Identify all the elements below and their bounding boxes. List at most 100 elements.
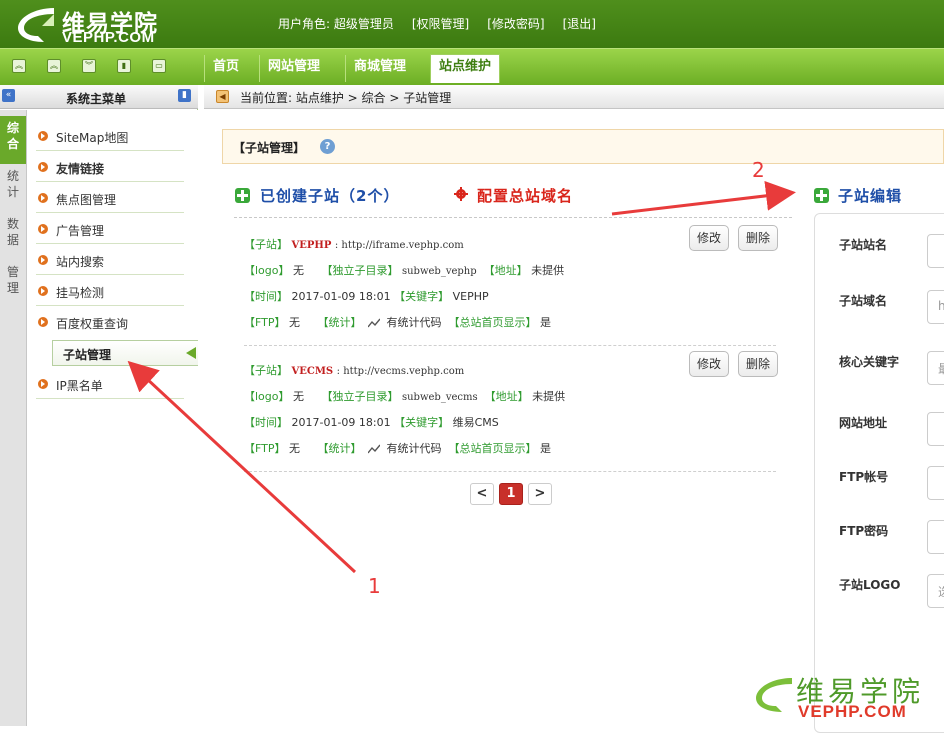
substation-logo-select[interactable]: 选 (927, 574, 944, 608)
field-value: subweb_vecms (401, 392, 478, 403)
sidebar-item-ip-blacklist[interactable]: IP黑名单 (36, 370, 184, 399)
ftp-account-input[interactable] (927, 466, 944, 500)
divider (244, 345, 776, 346)
record-name: VECMS (291, 366, 334, 377)
collapse-sidebar-icon[interactable]: « (2, 89, 15, 102)
field-value: 无 (293, 264, 304, 277)
vtab-manage[interactable]: 管理 (0, 260, 26, 308)
field-value: 未提供 (531, 264, 565, 277)
record-url[interactable]: : http://vecms.vephp.com (337, 366, 465, 377)
edit-button[interactable]: 修改 (689, 351, 729, 377)
gear-icon (454, 187, 468, 201)
arrow-bullet-icon (38, 162, 48, 172)
divider (234, 217, 792, 218)
expand-up-icon[interactable]: ︽ (47, 59, 61, 73)
core-keyword-input[interactable]: 最 (927, 351, 944, 385)
field-label: 网站地址 (839, 416, 888, 430)
arrow-bullet-icon (38, 379, 48, 389)
tab-site-manage[interactable]: 网站管理 (259, 55, 328, 82)
sidebar-menu: SiteMap地图 友情链接 焦点图管理 广告管理 站内搜索 挂马检测 百度权重… (28, 110, 198, 726)
substation-domain-input[interactable]: h (927, 290, 944, 324)
config-main-domain-link[interactable]: 配置总站域名 (477, 185, 573, 206)
field-label: 子站域名 (839, 294, 888, 308)
permission-link[interactable]: [权限管理] (412, 15, 469, 32)
record-info-line: 【logo】 无 【独立子目录】 subweb_vecms 【地址】 未提供 (244, 388, 565, 404)
record-info-line: 【时间】 2017-01-09 18:01 【关键字】 VEPHP (244, 288, 489, 304)
record-name: VEPHP (291, 240, 332, 251)
watermark-leaf-icon (756, 678, 792, 712)
field-label: 【FTP】 (244, 316, 286, 329)
page-number-button[interactable]: 1 (499, 483, 523, 505)
delete-button[interactable]: 删除 (738, 225, 778, 251)
logo-text-en: VEPHP.COM (62, 29, 155, 46)
chart-icon (367, 318, 380, 328)
vtab-label: 管理 (6, 265, 19, 295)
expand-down-icon[interactable]: ︾ (82, 59, 96, 73)
pin-sidebar-icon[interactable]: ▮ (178, 89, 191, 102)
list-item: 【子站】 VEPHP : http://iframe.vephp.com 【lo… (244, 225, 784, 348)
field-value: 是 (539, 316, 551, 329)
nav-bar: ︽ ︽ ︾ ▮ ▭ 首页 网站管理 商城管理 站点维护 (0, 48, 944, 85)
pin-icon[interactable]: ▮ (117, 59, 131, 73)
logout-link[interactable]: [退出] (563, 15, 596, 32)
divider (244, 471, 776, 472)
field-value: 无 (289, 442, 300, 455)
field-value: 无 (293, 390, 304, 403)
logo[interactable]: 维易学院 VEPHP.COM (14, 2, 184, 46)
sidebar-item-label: 焦点图管理 (56, 193, 117, 207)
sidebar-item-malware-check[interactable]: 挂马检测 (36, 277, 184, 306)
arrow-bullet-icon (38, 193, 48, 203)
help-icon[interactable]: ? (320, 139, 335, 154)
vtab-general[interactable]: 综合 (0, 116, 26, 164)
sidebar-subitem-label: 子站管理 (63, 348, 112, 362)
prev-page-button[interactable]: < (470, 483, 494, 505)
breadcrumb: 当前位置: 站点维护 > 综合 > 子站管理 (240, 91, 452, 105)
field-label: 【logo】 (244, 264, 290, 277)
ftp-password-input[interactable] (927, 520, 944, 554)
back-icon[interactable]: ◀ (216, 90, 229, 103)
sidebar-item-label: 站内搜索 (56, 255, 105, 269)
plus-icon (235, 188, 250, 203)
field-label: FTP帐号 (839, 470, 889, 484)
field-label: 【子站】 (244, 238, 288, 251)
field-value: 无 (289, 316, 300, 329)
field-label: 【总站首页显示】 (448, 316, 537, 329)
delete-button[interactable]: 删除 (738, 351, 778, 377)
field-label: 核心关键字 (839, 355, 900, 369)
sidebar-item-focus-images[interactable]: 焦点图管理 (36, 184, 184, 213)
substation-name-input[interactable] (927, 234, 944, 268)
field-value: 2017-01-09 18:01 (291, 290, 391, 303)
field-label: 【时间】 (244, 290, 288, 303)
tab-shop-manage[interactable]: 商城管理 (345, 55, 414, 82)
tab-home[interactable]: 首页 (204, 55, 247, 82)
sidebar-item-baidu-weight[interactable]: 百度权重查询 (36, 308, 184, 337)
fullscreen-icon[interactable]: ▭ (152, 59, 166, 73)
field-label: 【独立子目录】 (321, 390, 399, 403)
sidebar-item-friend-links[interactable]: 友情链接 (36, 153, 184, 182)
sidebar-item-ads[interactable]: 广告管理 (36, 215, 184, 244)
field-value: subweb_vephp (401, 266, 477, 277)
sidebar-subitem-substation[interactable]: 子站管理 (52, 340, 198, 366)
field-value: 有统计代码 (386, 316, 442, 329)
change-password-link[interactable]: [修改密码] (487, 15, 544, 32)
field-label: 子站站名 (839, 238, 888, 252)
vtab-data[interactable]: 数据 (0, 212, 26, 260)
sidebar-item-site-search[interactable]: 站内搜索 (36, 246, 184, 275)
field-label: 【独立子目录】 (321, 264, 399, 277)
field-label: 【logo】 (244, 390, 290, 403)
sidebar-item-sitemap[interactable]: SiteMap地图 (36, 122, 184, 151)
watermark: 维易学院 VEPHP.COM (752, 666, 942, 722)
panel-title: 【子站管理】 (233, 141, 306, 155)
record-info-line: 【logo】 无 【独立子目录】 subweb_vephp 【地址】 未提供 (244, 262, 564, 278)
watermark-text-en: VEPHP.COM (798, 702, 907, 721)
next-page-button[interactable]: > (528, 483, 552, 505)
panel-title-bar: 【子站管理】 ? (222, 129, 944, 164)
tab-site-maintain[interactable]: 站点维护 (430, 54, 501, 83)
record-url[interactable]: : http://iframe.vephp.com (335, 240, 464, 251)
vtab-stats[interactable]: 统计 (0, 164, 26, 212)
main-content: 【子站管理】 ? 已创建子站（2个） 配置总站域名 【子站】 VEPHP : h… (204, 110, 944, 733)
logo-leaf-icon (18, 8, 54, 42)
collapse-up-icon[interactable]: ︽ (12, 59, 26, 73)
edit-button[interactable]: 修改 (689, 225, 729, 251)
site-address-input[interactable] (927, 412, 944, 446)
